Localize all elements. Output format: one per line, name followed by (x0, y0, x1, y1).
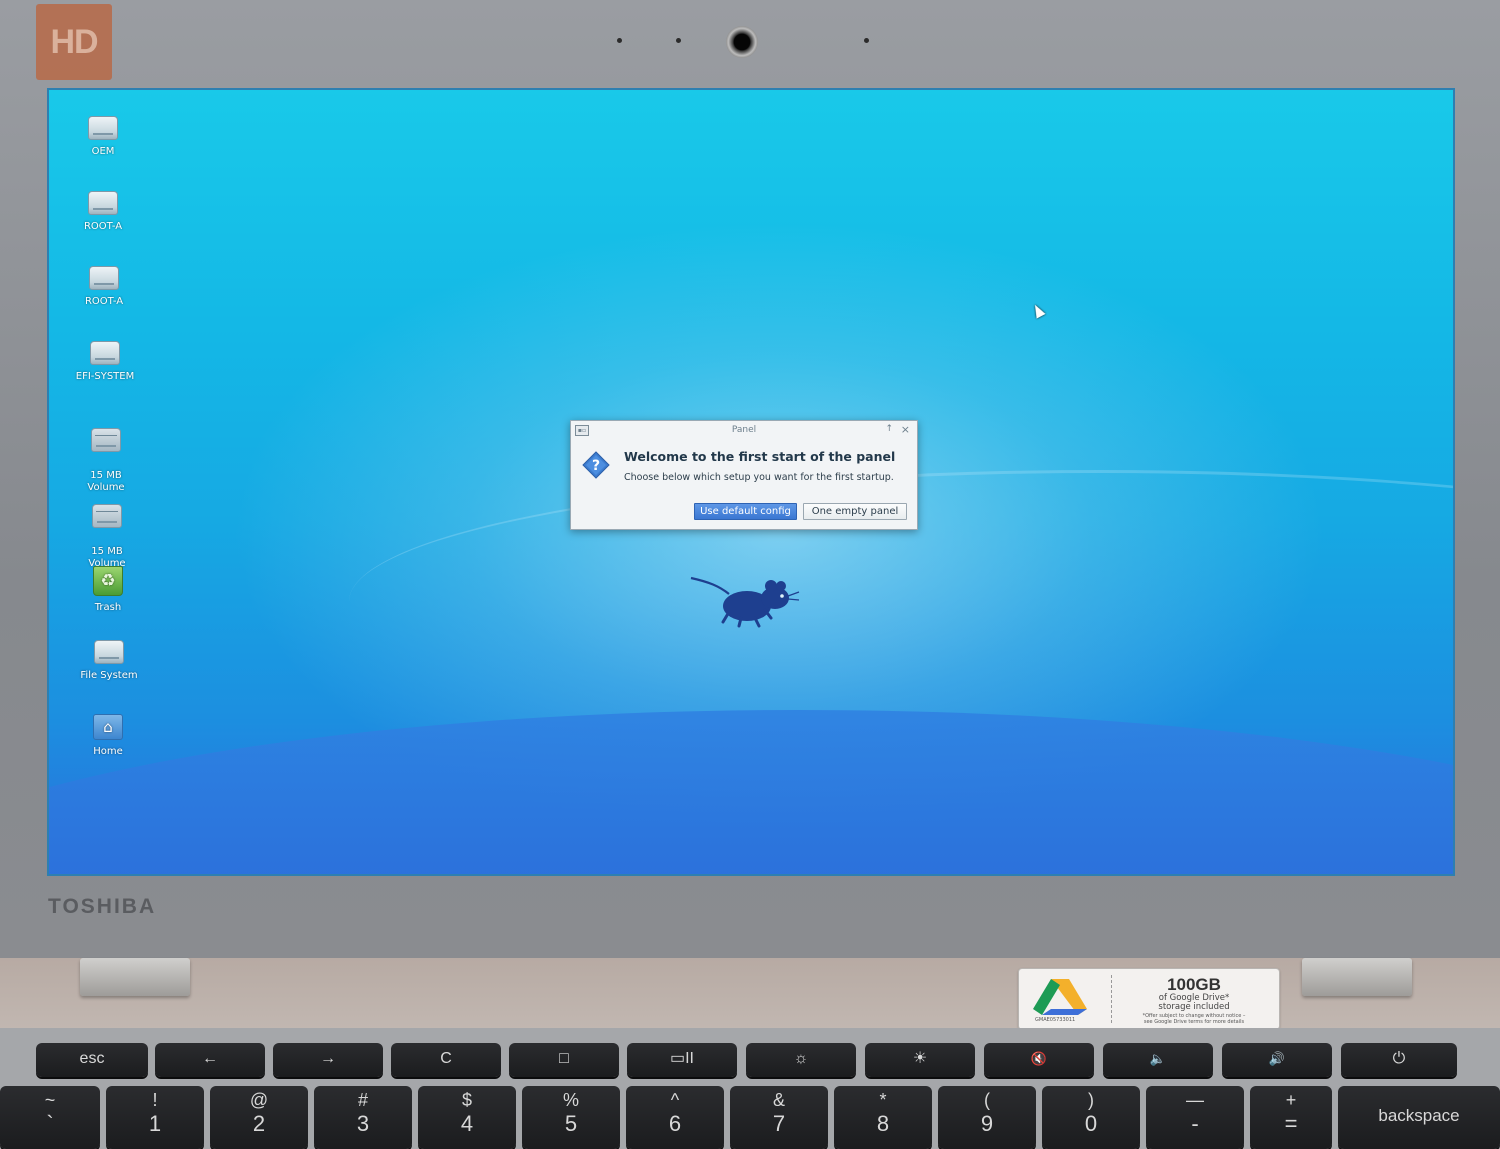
indicator-light (864, 38, 869, 43)
sticker-fine2: see Google Drive terms for more details (1143, 1019, 1245, 1025)
desktop-icon-label: File System (80, 670, 138, 681)
sticker-divider (1111, 975, 1112, 1023)
desktop-icon-label: ROOT-A (83, 221, 123, 232)
svg-text:?: ? (592, 458, 600, 474)
right-hinge (1302, 958, 1412, 996)
key-volume-down[interactable]: 🔈 (1103, 1043, 1213, 1077)
use-default-config-button[interactable]: Use default config (694, 503, 797, 520)
desktop-icon-15mb-volume[interactable]: 15 MB Volume (61, 416, 151, 494)
desktop-icon-label: 15 MB Volume (87, 470, 125, 493)
ambient-sensor (617, 38, 622, 43)
sticker-code: GMAE05733011 (1035, 1017, 1076, 1023)
desktop-icon-home[interactable]: ⌂ Home (63, 714, 153, 758)
key-backspace[interactable]: backspace (1338, 1086, 1500, 1149)
brand-logo: TOSHIBA (48, 895, 157, 918)
desktop-screen[interactable]: OEM ROOT-A ROOT-A EFI-SYSTEM 15 MB Volum… (47, 88, 1455, 876)
sticker-capacity: 100GB (1167, 975, 1221, 994)
one-empty-panel-button[interactable]: One empty panel (803, 503, 907, 520)
key-2[interactable]: @ 2 (210, 1086, 308, 1149)
key-6[interactable]: ^ 6 (626, 1086, 724, 1149)
wallpaper-wave (49, 710, 1453, 874)
key-brightness-up[interactable]: ☀ (865, 1043, 975, 1077)
drive-icon (92, 504, 122, 528)
key-overview[interactable]: ▭II (627, 1043, 737, 1077)
dialog-title: Panel (731, 425, 757, 435)
key-forward[interactable]: → (273, 1043, 383, 1077)
home-folder-icon: ⌂ (93, 714, 123, 740)
desktop-icon-root-a[interactable]: ROOT-A (58, 191, 148, 233)
microphone (676, 38, 681, 43)
key-8[interactable]: * 8 (834, 1086, 932, 1149)
key-refresh[interactable]: C (391, 1043, 501, 1077)
key-3[interactable]: # 3 (314, 1086, 412, 1149)
desktop-icon-label: Trash (94, 602, 122, 613)
desktop-icon-label: EFI-SYSTEM (75, 371, 135, 382)
key-esc[interactable]: esc (36, 1043, 148, 1077)
desktop-icon-oem[interactable]: OEM (58, 116, 148, 158)
dialog-message: Choose below which setup you want for th… (624, 472, 894, 483)
panel-welcome-dialog[interactable]: ▪▫ Panel ↑ × ? Welcome to the first star… (570, 420, 918, 530)
key-fullscreen[interactable]: □ (509, 1043, 619, 1077)
google-drive-sticker: GMAE05733011 100GB of Google Drive* stor… (1018, 968, 1280, 1030)
key-7[interactable]: & 7 (730, 1086, 828, 1149)
left-hinge (80, 958, 190, 996)
key-4[interactable]: $ 4 (418, 1086, 516, 1149)
drive-icon (88, 116, 118, 140)
desktop-icon-15mb-volume-2[interactable]: 15 MB Volume (62, 492, 152, 570)
pin-icon[interactable]: ↑ (885, 424, 893, 434)
desktop-icon-label: OEM (91, 146, 115, 157)
desktop-icon-file-system[interactable]: File System (64, 640, 154, 682)
dialog-heading: Welcome to the first start of the panel (624, 449, 896, 464)
key-back[interactable]: ← (155, 1043, 265, 1077)
key-minus[interactable]: — - (1146, 1086, 1244, 1149)
key-9[interactable]: ( 9 (938, 1086, 1036, 1149)
key-1[interactable]: ! 1 (106, 1086, 204, 1149)
webcam (726, 26, 758, 58)
key-backtick[interactable]: ~ ` (0, 1086, 100, 1149)
sticker-line2: storage included (1158, 1002, 1230, 1012)
desktop-icon-label: ROOT-A (84, 296, 124, 307)
drive-icon (94, 640, 124, 664)
key-brightness-down[interactable]: ☼ (746, 1043, 856, 1077)
key-volume-up[interactable]: 🔊 (1222, 1043, 1332, 1077)
key-mute[interactable]: 🔇 (984, 1043, 1094, 1077)
drive-icon (89, 266, 119, 290)
trash-icon: ♻ (93, 566, 123, 596)
desktop-icon-label: Home (93, 746, 123, 757)
hd-badge: HD (36, 4, 112, 80)
key-equals[interactable]: + = (1250, 1086, 1332, 1149)
drive-icon (88, 191, 118, 215)
key-5[interactable]: % 5 (522, 1086, 620, 1149)
question-icon: ? (582, 451, 610, 479)
desktop-icon-efi-system[interactable]: EFI-SYSTEM (60, 341, 150, 383)
desktop-icon-root-a-2[interactable]: ROOT-A (59, 266, 149, 308)
close-icon[interactable]: × (901, 423, 910, 436)
key-0[interactable]: ) 0 (1042, 1086, 1140, 1149)
desktop-icon-trash[interactable]: ♻ Trash (63, 566, 153, 614)
drive-icon (90, 341, 120, 365)
dialog-titlebar[interactable]: ▪▫ Panel ↑ × (571, 421, 917, 439)
drive-icon (91, 428, 121, 452)
key-power[interactable]: ⏻ (1341, 1043, 1457, 1077)
xfce-mouse-logo-icon (690, 576, 800, 628)
google-drive-logo-icon (1033, 979, 1087, 1015)
